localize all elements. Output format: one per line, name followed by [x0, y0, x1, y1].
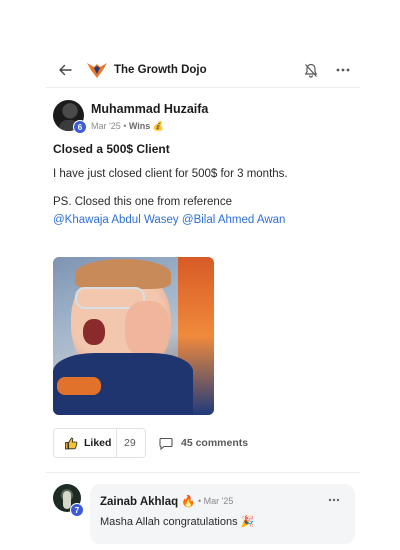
comment-options-button[interactable]: [325, 492, 343, 508]
mentions: @Khawaja Abdul Wasey @Bilal Ahmed Awan: [53, 212, 353, 229]
post-body-line: PS. Closed this one from reference: [53, 196, 232, 209]
arrow-left-icon: [59, 64, 72, 75]
post-options-button[interactable]: [332, 59, 354, 81]
comments-count: 45 comments: [181, 437, 249, 449]
level-badge: 7: [70, 503, 84, 517]
back-button[interactable]: [52, 57, 78, 83]
post-author: 6 Muhammad Huzaifa Mar '25 • Wins 💰: [53, 100, 363, 136]
top-bar: The Growth Dojo: [46, 52, 360, 88]
more-horizontal-icon: [336, 68, 350, 72]
post-body-line: I have just closed client for 500$ for 3…: [53, 168, 288, 180]
post-title: Closed a 500$ Client: [53, 142, 170, 156]
post-meta: Mar '25 • Wins 💰: [91, 121, 164, 132]
post-date: Mar '25 •: [91, 121, 129, 131]
comments-button[interactable]: 45 comments: [159, 428, 248, 458]
thumbs-up-icon: [64, 436, 78, 450]
growth-dojo-logo[interactable]: [86, 60, 108, 80]
mention-link[interactable]: @Khawaja Abdul Wasey: [53, 214, 179, 226]
divider: [46, 472, 360, 473]
post-actions: Liked 29 45 comments: [53, 428, 363, 458]
comment-text: Masha Allah congratulations 🎉: [100, 516, 255, 528]
mention-link[interactable]: @Bilal Ahmed Awan: [182, 214, 286, 226]
commenter-name[interactable]: Zainab Akhlaq 🔥: [100, 494, 196, 508]
level-badge: 6: [73, 120, 87, 134]
bell-icon: [304, 63, 318, 78]
comment-item: 7 Zainab Akhlaq 🔥 • Mar '25 Masha Allah …: [53, 484, 355, 544]
author-name[interactable]: Muhammad Huzaifa: [91, 102, 208, 116]
divider: [116, 429, 117, 457]
community-name[interactable]: The Growth Dojo: [114, 64, 207, 76]
post-body: I have just closed client for 500$ for 3…: [53, 166, 353, 229]
like-button[interactable]: Liked 29: [53, 428, 146, 458]
comment-bubble: Zainab Akhlaq 🔥 • Mar '25 Masha Allah co…: [90, 484, 355, 544]
post-gif-image[interactable]: [53, 257, 214, 415]
comment-date: • Mar '25: [198, 496, 234, 506]
comment-icon: [159, 437, 173, 450]
notifications-button[interactable]: [300, 59, 322, 81]
like-count[interactable]: 29: [124, 437, 136, 449]
like-label: Liked: [84, 437, 112, 449]
more-horizontal-icon: [328, 498, 340, 502]
post-category[interactable]: Wins 💰: [129, 121, 164, 131]
